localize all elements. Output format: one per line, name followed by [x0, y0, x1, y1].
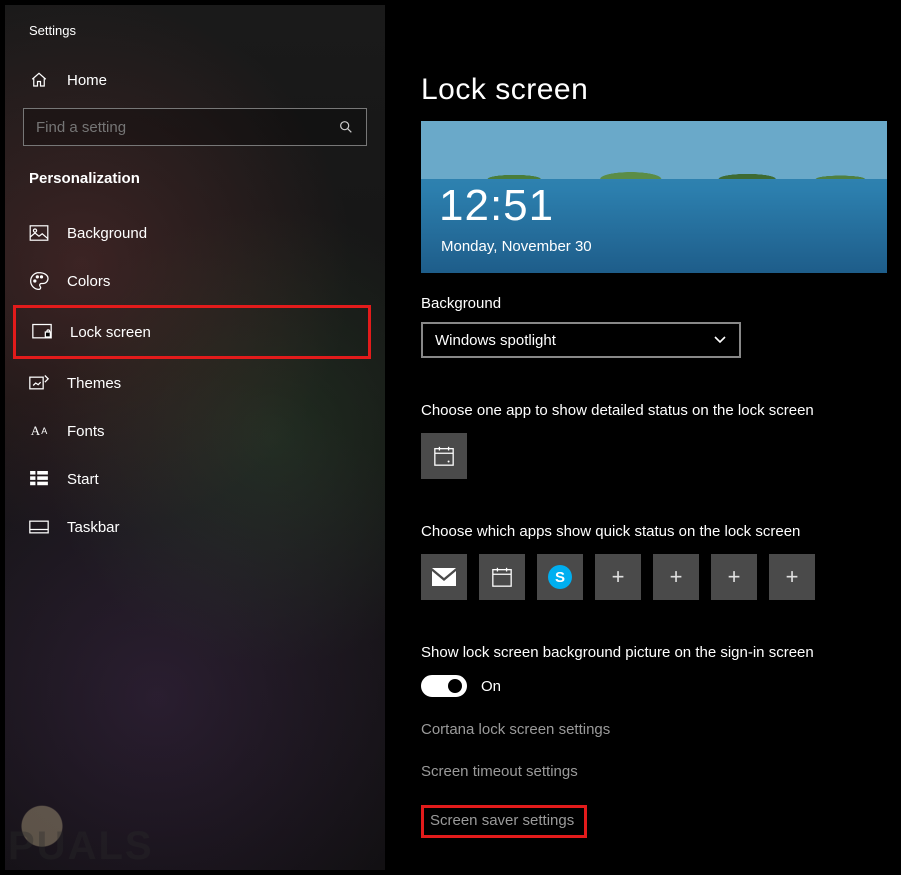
signin-toggle-label: Show lock screen background picture on t… [421, 644, 866, 661]
quick-status-add-2[interactable]: + [653, 554, 699, 600]
sidebar-item-fonts[interactable]: AA Fonts [5, 407, 385, 455]
preview-time: 12:51 [439, 181, 554, 231]
sidebar-item-label: Colors [67, 273, 110, 290]
page-title: Lock screen [421, 73, 866, 107]
detailed-status-app[interactable] [421, 433, 467, 479]
dropdown-value: Windows spotlight [435, 332, 556, 349]
plus-icon: + [670, 564, 683, 590]
quick-status-label: Choose which apps show quick status on t… [421, 523, 866, 540]
plus-icon: + [612, 564, 625, 590]
toggle-state-label: On [481, 678, 501, 695]
quick-status-skype[interactable]: S [537, 554, 583, 600]
home-nav[interactable]: Home [5, 62, 385, 108]
sidebar-item-label: Start [67, 471, 99, 488]
sidebar-item-taskbar[interactable]: Taskbar [5, 503, 385, 551]
quick-status-add-4[interactable]: + [769, 554, 815, 600]
link-cortana-settings[interactable]: Cortana lock screen settings [421, 721, 610, 738]
lock-screen-preview: 12:51 Monday, November 30 [421, 121, 887, 273]
sidebar-item-background[interactable]: Background [5, 209, 385, 257]
start-icon [29, 469, 49, 489]
sidebar-item-label: Taskbar [67, 519, 120, 536]
category-label: Personalization [5, 170, 385, 209]
background-label: Background [421, 295, 866, 312]
mail-icon [432, 568, 456, 586]
picture-icon [29, 223, 49, 243]
sidebar-item-label: Background [67, 225, 147, 242]
quick-status-add-1[interactable]: + [595, 554, 641, 600]
fonts-icon: AA [29, 421, 49, 441]
content-pane: Lock screen 12:51 Monday, November 30 Ba… [391, 5, 896, 870]
calendar-icon [433, 445, 455, 467]
quick-status-mail[interactable] [421, 554, 467, 600]
link-screen-saver[interactable]: Screen saver settings [421, 805, 587, 838]
sidebar-item-start[interactable]: Start [5, 455, 385, 503]
search-input[interactable] [23, 108, 367, 146]
signin-toggle[interactable] [421, 675, 467, 697]
lock-screen-icon [32, 322, 52, 342]
search-field[interactable] [36, 119, 338, 136]
link-screen-timeout[interactable]: Screen timeout settings [421, 763, 578, 780]
sidebar-item-lock-screen[interactable]: Lock screen [13, 305, 371, 359]
detailed-status-label: Choose one app to show detailed status o… [421, 402, 866, 419]
sidebar-item-colors[interactable]: Colors [5, 257, 385, 305]
sidebar-item-label: Fonts [67, 423, 105, 440]
preview-date: Monday, November 30 [441, 238, 592, 255]
app-title: Settings [5, 23, 385, 62]
sidebar: Settings Home Personalization [5, 5, 385, 870]
background-dropdown[interactable]: Windows spotlight [421, 322, 741, 358]
plus-icon: + [728, 564, 741, 590]
home-icon [29, 70, 49, 90]
sidebar-item-themes[interactable]: Themes [5, 359, 385, 407]
sidebar-item-label: Lock screen [70, 324, 151, 341]
watermark-text: PUALS [8, 824, 154, 869]
quick-status-add-3[interactable]: + [711, 554, 757, 600]
chevron-down-icon [713, 335, 727, 345]
sidebar-item-label: Themes [67, 375, 121, 392]
plus-icon: + [786, 564, 799, 590]
window-frame: Settings Home Personalization [3, 3, 898, 872]
calendar-icon [491, 566, 513, 588]
themes-icon [29, 373, 49, 393]
palette-icon [29, 271, 49, 291]
quick-status-calendar[interactable] [479, 554, 525, 600]
home-label: Home [67, 72, 107, 89]
search-icon [338, 119, 354, 135]
skype-icon: S [548, 565, 572, 589]
quick-status-tiles: S + + + + [421, 554, 866, 600]
taskbar-icon [29, 517, 49, 537]
